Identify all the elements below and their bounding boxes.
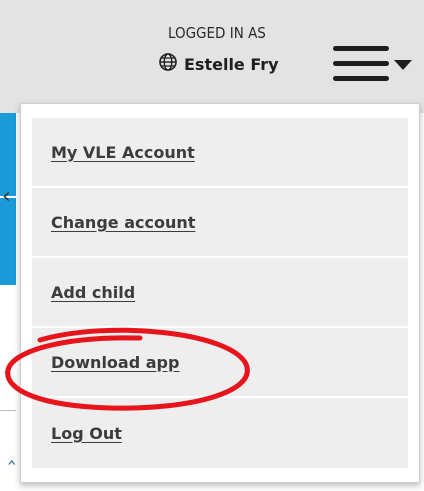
logged-in-label: LOGGED IN AS bbox=[168, 24, 266, 42]
globe-icon bbox=[158, 52, 178, 76]
main-menu-button[interactable] bbox=[333, 44, 417, 88]
caret-down-icon bbox=[393, 57, 413, 76]
menu-list: My VLE Account Change account Add child … bbox=[32, 118, 408, 468]
background-rule bbox=[0, 410, 16, 411]
menu-item-download-app[interactable]: Download app bbox=[32, 328, 408, 398]
menu-item-add-child[interactable]: Add child bbox=[32, 258, 408, 328]
download-app-link[interactable]: Download app bbox=[51, 353, 179, 372]
log-out-link[interactable]: Log Out bbox=[51, 424, 122, 443]
menu-item-log-out[interactable]: Log Out bbox=[32, 398, 408, 468]
background-link-fragment: ‸ bbox=[8, 440, 16, 465]
change-account-link[interactable]: Change account bbox=[51, 213, 195, 232]
user-name: Estelle Fry bbox=[184, 54, 279, 74]
background-chevron-icon: ‹ bbox=[2, 184, 11, 209]
my-vle-account-link[interactable]: My VLE Account bbox=[51, 143, 195, 162]
account-dropdown-menu: My VLE Account Change account Add child … bbox=[20, 103, 420, 483]
hamburger-icon bbox=[333, 44, 391, 88]
add-child-link[interactable]: Add child bbox=[51, 283, 135, 302]
user-account: Estelle Fry bbox=[158, 52, 279, 76]
menu-item-change-account[interactable]: Change account bbox=[32, 188, 408, 258]
menu-item-my-vle-account[interactable]: My VLE Account bbox=[32, 118, 408, 188]
